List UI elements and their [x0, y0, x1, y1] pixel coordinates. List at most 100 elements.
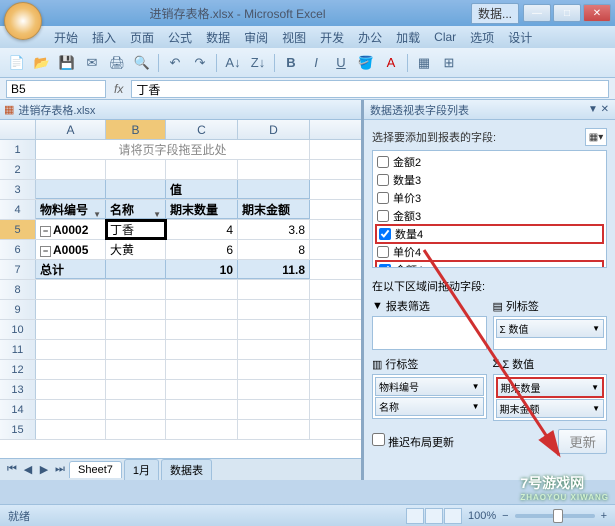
prev-sheet-icon[interactable]: ◀ [20, 463, 36, 476]
grid[interactable]: A B C D 1 请将页字段拖至此处 2 3 值 4 [0, 120, 361, 452]
field-item[interactable]: 单价4 [375, 243, 604, 261]
field-checkbox[interactable] [379, 228, 391, 240]
layout-button[interactable]: ▦▾ [585, 128, 607, 146]
field-item[interactable]: 金额2 [375, 153, 604, 171]
row-label-material[interactable]: 物料编号 [36, 200, 106, 219]
row-header[interactable]: 3 [0, 180, 36, 199]
menu-office[interactable]: 办公 [352, 27, 388, 48]
total-qty[interactable]: 10 [166, 260, 238, 279]
office-button[interactable] [4, 2, 42, 40]
page-field-drop[interactable]: 请将页字段拖至此处 [36, 140, 310, 159]
total-amt[interactable]: 11.8 [238, 260, 310, 279]
sheet-tab[interactable]: 1月 [124, 459, 159, 480]
menu-clar[interactable]: Clar [428, 28, 462, 46]
zoom-out-icon[interactable]: − [502, 510, 508, 522]
row-header[interactable]: 7 [0, 260, 36, 279]
row-header[interactable]: 4 [0, 200, 36, 219]
cell-c5[interactable]: 4 [166, 220, 238, 239]
cell-c6[interactable]: 6 [166, 240, 238, 259]
sheet-tab[interactable]: 数据表 [161, 459, 212, 480]
new-icon[interactable]: 📄 [6, 52, 28, 74]
mail-icon[interactable]: ✉ [81, 52, 103, 74]
update-button[interactable]: 更新 [558, 429, 607, 454]
col-header-a[interactable]: A [36, 120, 106, 139]
fx-icon[interactable]: fx [114, 82, 123, 96]
field-checkbox[interactable] [377, 174, 389, 186]
field-checkbox[interactable] [377, 156, 389, 168]
context-tab[interactable]: 数据... [471, 3, 519, 24]
field-item[interactable]: 单价3 [375, 189, 604, 207]
normal-view-icon[interactable] [406, 508, 424, 524]
save-icon[interactable]: 💾 [56, 52, 78, 74]
row-header[interactable]: 2 [0, 160, 36, 179]
cell-d5[interactable]: 3.8 [238, 220, 310, 239]
menu-dev[interactable]: 开发 [314, 27, 350, 48]
redo-icon[interactable]: ↷ [189, 52, 211, 74]
menu-options[interactable]: 选项 [464, 27, 500, 48]
menu-formula[interactable]: 公式 [162, 27, 198, 48]
collapse-icon[interactable]: − [40, 246, 51, 257]
row-header[interactable]: 1 [0, 140, 36, 159]
zoom-in-icon[interactable]: + [601, 510, 607, 522]
minimize-button[interactable]: — [523, 4, 551, 22]
field-checkbox[interactable] [377, 192, 389, 204]
borders-icon[interactable]: ▦ [413, 52, 435, 74]
close-button[interactable]: ✕ [583, 4, 611, 22]
close-pane-icon[interactable]: ▼ ✕ [588, 104, 609, 115]
sheet-tab-active[interactable]: Sheet7 [69, 461, 122, 478]
print-icon[interactable]: 🖨 [106, 52, 128, 74]
field-item[interactable]: 金额3 [375, 207, 604, 225]
menu-page[interactable]: 页面 [124, 27, 160, 48]
undo-icon[interactable]: ↶ [164, 52, 186, 74]
defer-checkbox[interactable]: 推迟布局更新 [372, 433, 454, 450]
row-header[interactable]: 6 [0, 240, 36, 259]
field-item[interactable]: 数量4 [375, 224, 604, 244]
drop-item[interactable]: 名称▼ [375, 397, 484, 416]
col-header-c[interactable]: C [166, 120, 238, 139]
cell-a5[interactable]: −A0002 [36, 220, 106, 239]
menu-data[interactable]: 数据 [200, 27, 236, 48]
menu-view[interactable]: 视图 [276, 27, 312, 48]
row-label-name[interactable]: 名称 [106, 200, 166, 219]
row-header[interactable]: 5 [0, 220, 36, 239]
value-header[interactable]: 值 [166, 180, 238, 199]
menu-review[interactable]: 审阅 [238, 27, 274, 48]
col-header-b[interactable]: B [106, 120, 166, 139]
field-checkbox[interactable] [377, 246, 389, 258]
cell-b5-selected[interactable]: 丁香 [106, 220, 166, 239]
field-list[interactable]: 金额2数量3单价3金额3数量4单价4金额4 [372, 150, 607, 268]
rows-zone[interactable]: ▥行标签 物料编号▼名称▼ [372, 356, 487, 421]
col-label-qty[interactable]: 期末数量 [166, 200, 238, 219]
field-item[interactable]: 数量3 [375, 171, 604, 189]
drop-item[interactable]: Σ 数值▼ [496, 319, 605, 338]
pagebreak-view-icon[interactable] [444, 508, 462, 524]
cell-d6[interactable]: 8 [238, 240, 310, 259]
font-color-icon[interactable]: A [380, 52, 402, 74]
field-item[interactable]: 金额4 [375, 260, 604, 268]
field-checkbox[interactable] [379, 264, 391, 268]
drop-item[interactable]: 物料编号▼ [375, 377, 484, 396]
col-header-d[interactable]: D [238, 120, 310, 139]
menu-insert[interactable]: 插入 [86, 27, 122, 48]
maximize-button[interactable]: □ [553, 4, 581, 22]
cell-a6[interactable]: −A0005 [36, 240, 106, 259]
workbook-tab[interactable]: 进销存表格.xlsx [18, 102, 95, 118]
select-all-corner[interactable] [0, 120, 36, 139]
merge-icon[interactable]: ⊞ [438, 52, 460, 74]
drop-item[interactable]: 期末数量▼ [496, 377, 605, 398]
menu-addin[interactable]: 加载 [390, 27, 426, 48]
italic-icon[interactable]: I [305, 52, 327, 74]
total-label[interactable]: 总计 [36, 260, 106, 279]
layout-view-icon[interactable] [425, 508, 443, 524]
columns-zone[interactable]: ▤列标签 Σ 数值▼ [493, 298, 608, 350]
col-label-amt[interactable]: 期末金额 [238, 200, 310, 219]
open-icon[interactable]: 📂 [31, 52, 53, 74]
preview-icon[interactable]: 🔍 [131, 52, 153, 74]
zoom-slider[interactable] [515, 514, 595, 518]
filter-zone[interactable]: ▼报表筛选 [372, 298, 487, 350]
field-checkbox[interactable] [377, 210, 389, 222]
sort-asc-icon[interactable]: A↓ [222, 52, 244, 74]
menu-home[interactable]: 开始 [48, 27, 84, 48]
cell-b6[interactable]: 大黄 [106, 240, 166, 259]
formula-input[interactable]: 丁香 [131, 80, 609, 98]
